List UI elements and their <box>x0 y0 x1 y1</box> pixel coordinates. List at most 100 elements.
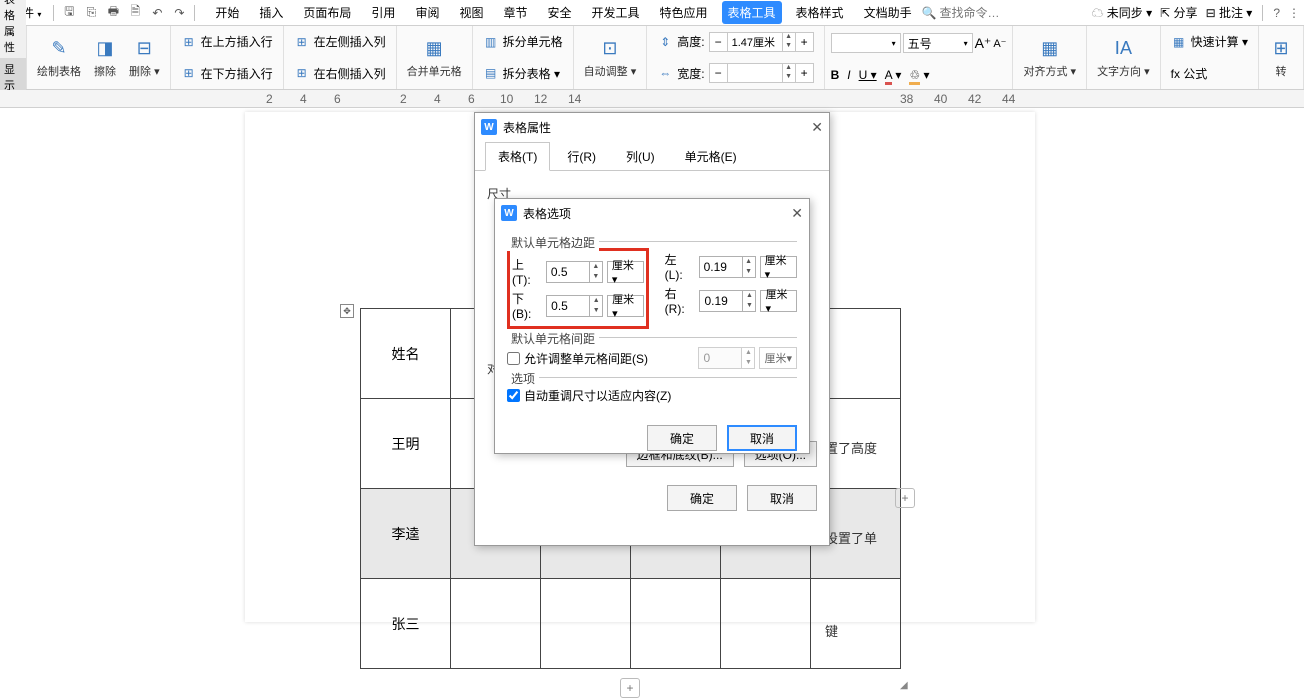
table-cell[interactable] <box>541 579 631 669</box>
split-cells-button[interactable]: ▥拆分单元格 <box>479 31 567 52</box>
tab-row[interactable]: 行(R) <box>554 142 609 171</box>
fontsize-inc-icon[interactable]: A⁺ <box>975 35 992 52</box>
table-cell[interactable] <box>811 579 901 669</box>
formula-button[interactable]: fx 公式 <box>1167 63 1252 84</box>
table-cell[interactable]: 李逵 <box>361 489 451 579</box>
search-input[interactable] <box>940 6 1000 20</box>
insert-row-above[interactable]: ⊞在上方插入行 <box>177 31 277 52</box>
command-search[interactable]: 🔍 <box>922 6 1000 20</box>
close-icon[interactable]: ✕ <box>791 205 803 222</box>
split-table-button[interactable]: ▤拆分表格 ▾ <box>479 63 567 84</box>
width-down[interactable]: ▼ <box>783 73 795 82</box>
italic-button[interactable]: I <box>847 68 850 82</box>
unsync-status[interactable]: ☁ 未同步 ▾ <box>1091 4 1152 21</box>
convert-button[interactable]: ⊞转 <box>1265 35 1297 81</box>
unit-select[interactable]: 厘米▾ <box>760 290 797 312</box>
spin-down[interactable]: ▼ <box>590 272 602 282</box>
table-cell[interactable]: 王明 <box>361 399 451 489</box>
undo-icon[interactable]: ↶ <box>148 4 166 22</box>
add-column-button[interactable]: + <box>895 488 915 508</box>
spin-up[interactable]: ▲ <box>743 291 755 301</box>
tab-column[interactable]: 列(U) <box>613 142 668 171</box>
table-move-handle[interactable]: ✥ <box>340 304 354 318</box>
tab-table[interactable]: 表格(T) <box>485 142 550 171</box>
autoresize-checkbox[interactable] <box>507 389 520 402</box>
tab-layout[interactable]: 页面布局 <box>297 1 357 24</box>
text-direction-button[interactable]: ⅠA文字方向 ▾ <box>1093 35 1154 81</box>
help-icon[interactable]: ? <box>1273 6 1280 20</box>
align-button[interactable]: ▦对齐方式 ▾ <box>1019 35 1080 81</box>
ok-button[interactable]: 确定 <box>647 425 717 451</box>
tab-cell[interactable]: 单元格(E) <box>672 142 750 171</box>
tab-security[interactable]: 安全 <box>541 1 577 24</box>
table-resize-handle[interactable]: ◢ <box>900 680 912 692</box>
fontsize-dec-icon[interactable]: A⁻ <box>993 37 1006 50</box>
save-icon[interactable]: 🖫 <box>60 4 78 22</box>
table-properties-button[interactable]: 表格属性 <box>0 0 26 58</box>
highlight-button[interactable]: ♲ ▾ <box>909 68 929 82</box>
table-cell[interactable] <box>721 579 811 669</box>
height-down[interactable]: ▼ <box>783 42 795 51</box>
print-icon[interactable]: 🖶 <box>104 4 122 22</box>
autofit-button[interactable]: ⊡自动调整 ▾ <box>580 35 641 81</box>
tab-special[interactable]: 特色应用 <box>654 1 714 24</box>
unit-select[interactable]: 厘米▾ <box>607 295 644 317</box>
tab-dev[interactable]: 开发工具 <box>586 1 646 24</box>
unit-select[interactable]: 厘米▾ <box>760 256 797 278</box>
close-icon[interactable]: ✕ <box>811 119 823 136</box>
export-icon[interactable]: ⎘ <box>82 4 100 22</box>
table-cell[interactable]: 张三 <box>361 579 451 669</box>
insert-col-left[interactable]: ⊞在左侧插入列 <box>290 31 390 52</box>
spin-down[interactable]: ▼ <box>590 306 602 316</box>
table-cell[interactable] <box>631 579 721 669</box>
delete-button[interactable]: ⊟删除 ▾ <box>125 35 164 81</box>
tab-table-style[interactable]: 表格样式 <box>790 1 850 24</box>
height-up[interactable]: ▲ <box>783 33 795 42</box>
spin-up[interactable]: ▲ <box>743 257 755 267</box>
share-button[interactable]: ⇱ 分享 <box>1160 4 1197 21</box>
more-icon[interactable]: ⋮ <box>1288 6 1300 20</box>
spin-up[interactable]: ▲ <box>590 296 602 306</box>
tab-review[interactable]: 审阅 <box>409 1 445 24</box>
allow-spacing-checkbox[interactable] <box>507 352 520 365</box>
underline-button[interactable]: U ▾ <box>859 68 877 82</box>
height-input[interactable] <box>728 33 782 51</box>
redo-icon[interactable]: ↷ <box>170 4 188 22</box>
font-select[interactable]: ▾ <box>831 33 901 53</box>
cancel-button[interactable]: 取消 <box>727 425 797 451</box>
spin-up[interactable]: ▲ <box>590 262 602 272</box>
merge-cells-button[interactable]: ▦合并单元格 <box>403 35 466 81</box>
quick-calc-button[interactable]: ▦快速计算 ▾ <box>1167 31 1252 52</box>
unit-select[interactable]: 厘米▾ <box>607 261 644 283</box>
draw-table-button[interactable]: ✎绘制表格 <box>33 35 85 81</box>
width-minus[interactable]: − <box>710 64 728 82</box>
width-input[interactable] <box>728 64 782 82</box>
right-margin-input[interactable] <box>700 291 742 311</box>
height-plus[interactable]: + <box>795 33 813 51</box>
table-cell[interactable]: 姓名 <box>361 309 451 399</box>
width-up[interactable]: ▲ <box>783 64 795 73</box>
tab-insert[interactable]: 插入 <box>253 1 289 24</box>
annotation-button[interactable]: ⊟ 批注 ▾ <box>1206 4 1253 21</box>
fontsize-select[interactable]: 五号▾ <box>903 33 973 53</box>
width-plus[interactable]: + <box>795 64 813 82</box>
bottom-margin-input[interactable] <box>547 296 589 316</box>
ok-button[interactable]: 确定 <box>667 485 737 511</box>
tab-doc-helper[interactable]: 文档助手 <box>858 1 918 24</box>
left-margin-input[interactable] <box>700 257 742 277</box>
tab-start[interactable]: 开始 <box>209 1 245 24</box>
spin-down[interactable]: ▼ <box>743 301 755 311</box>
tab-table-tools[interactable]: 表格工具 <box>722 1 782 24</box>
cancel-button[interactable]: 取消 <box>747 485 817 511</box>
tab-chapter[interactable]: 章节 <box>497 1 533 24</box>
tab-ref[interactable]: 引用 <box>365 1 401 24</box>
spin-down[interactable]: ▼ <box>743 267 755 277</box>
font-color-button[interactable]: A ▾ <box>885 68 902 82</box>
insert-row-below[interactable]: ⊞在下方插入行 <box>177 63 277 84</box>
add-row-button[interactable]: + <box>620 678 640 698</box>
top-margin-input[interactable] <box>547 262 589 282</box>
bold-button[interactable]: B <box>831 68 840 82</box>
eraser-button[interactable]: ◨擦除 <box>89 35 121 81</box>
preview-icon[interactable]: 🗎 <box>126 4 144 22</box>
tab-view[interactable]: 视图 <box>453 1 489 24</box>
